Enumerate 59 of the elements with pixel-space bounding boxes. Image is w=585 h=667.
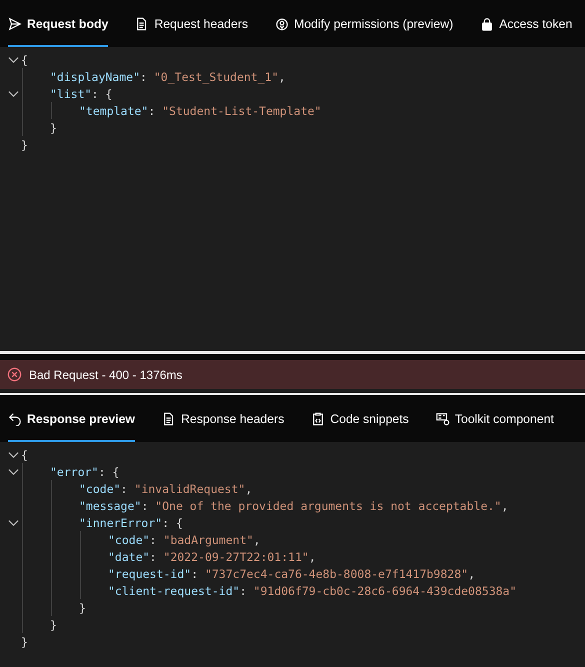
json-punctuation: : [141,498,150,512]
json-punctuation: , [245,482,252,496]
json-key: "date" [108,550,150,564]
tab[interactable]: Code snippets [311,395,409,442]
json-key: "list" [50,86,92,100]
tab[interactable]: Modify permissions (preview) [274,0,454,47]
json-key: "template" [79,104,148,118]
tab[interactable]: Request body [8,0,108,47]
json-key: "error" [50,464,98,478]
tab[interactable]: Toolkit component [436,395,554,442]
tab[interactable]: Response preview [8,395,135,442]
clipboard-icon [311,412,326,426]
json-punctuation: } [50,120,57,134]
json-punctuation: } [79,600,86,614]
json-key: "code" [79,482,121,496]
json-punctuation: : [191,566,200,580]
json-punctuation: : [140,70,148,84]
json-punctuation: : { [98,464,120,478]
json-punctuation: , [253,532,260,546]
json-punctuation: : [150,532,158,546]
json-punctuation: : [150,550,158,564]
json-key: "client-request-id" [108,584,240,598]
json-punctuation: } [50,618,57,632]
tab[interactable]: Response headers [162,395,284,442]
undo-icon [8,412,22,426]
json-punctuation: : [148,104,156,118]
json-punctuation: : { [162,516,183,530]
json-punctuation: : { [92,86,112,100]
json-punctuation: } [21,138,28,152]
json-punctuation: { [21,52,28,66]
send-icon [8,16,22,30]
json-key: "request-id" [108,566,192,580]
json-punctuation: : [240,584,248,598]
error-icon [7,367,22,382]
json-punctuation: , [308,550,316,564]
component-icon [436,412,450,426]
tab[interactable]: Access token [480,0,572,47]
json-key: "code" [108,532,150,546]
json-key: "displayName" [50,70,140,84]
json-string: "One of the provided arguments is not acceptable." [155,498,502,512]
document-icon [162,412,176,426]
json-string: "2022-09-27T22:01:11" [163,550,309,564]
status-text: Bad Request - 400 - 1376ms [29,368,182,382]
json-punctuation: , [501,498,508,512]
json-string: "0_Test_Student_1" [154,70,278,84]
json-key: "innerError" [79,516,162,530]
json-punctuation: : [120,482,128,496]
lock-icon [480,16,494,30]
json-string: "Student-List-Template" [162,104,322,118]
json-punctuation: , [468,566,475,580]
json-string: "badArgument" [163,532,254,546]
tab[interactable]: Request headers [135,0,248,47]
json-key: "message" [79,498,142,512]
json-string: "737c7ec4-ca76-4e8b-8008-e7f1417b9828" [204,566,468,580]
json-punctuation: , [278,70,286,84]
json-punctuation: } [21,634,28,648]
json-string: "91d06f79-cb0c-28c6-6964-439cde08538a" [253,584,517,598]
json-string: "invalidRequest" [134,482,246,496]
json-punctuation: { [21,448,28,462]
